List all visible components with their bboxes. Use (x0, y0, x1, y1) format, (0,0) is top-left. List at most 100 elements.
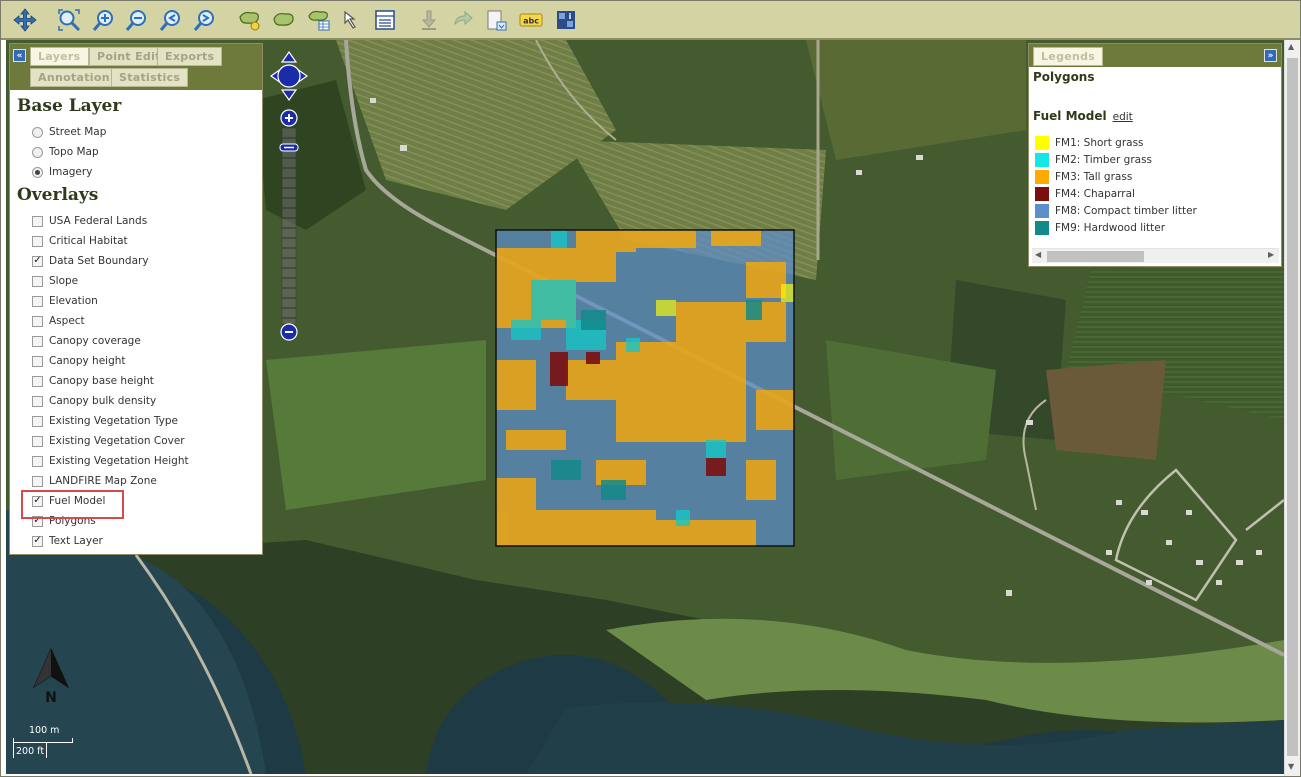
zoom-extent-button[interactable] (56, 7, 82, 33)
overlay-option-text-layer[interactable]: ✓ Text Layer (17, 531, 262, 551)
overlay-label: Slope (49, 275, 79, 287)
checkbox[interactable] (32, 475, 43, 487)
overlay-label: Existing Vegetation Type (49, 415, 178, 427)
overlay-option-canopy-base-height[interactable]: Canopy base height (17, 371, 262, 391)
zoom-in-button[interactable] (91, 7, 117, 33)
base-layer-option-topo-map[interactable]: Topo Map (17, 142, 262, 162)
tab-layers[interactable]: Layers (30, 47, 89, 66)
scroll-up-icon[interactable]: ▲ (1288, 42, 1294, 51)
edit-polygon-button[interactable] (271, 7, 297, 33)
overlay-label: Critical Habitat (49, 235, 128, 247)
add-polygon-button[interactable] (237, 7, 263, 33)
overlay-option-data-set-boundary[interactable]: ✓ Data Set Boundary (17, 251, 262, 271)
collapse-panel-button[interactable]: « (13, 49, 26, 62)
zoom-out-icon (125, 10, 146, 31)
checkbox[interactable] (32, 235, 43, 247)
overlays-title: Overlays (17, 185, 99, 205)
polygons-legend-title: Polygons (1033, 70, 1095, 84)
label-button[interactable]: abc (518, 7, 544, 33)
checkbox[interactable] (32, 415, 43, 427)
hscrollbar-thumb[interactable] (1047, 251, 1144, 262)
radio-button[interactable] (32, 146, 43, 158)
download-icon (421, 10, 437, 30)
legend-swatch (1035, 152, 1049, 167)
checkbox[interactable] (32, 355, 43, 367)
overlay-option-slope[interactable]: Slope (17, 271, 262, 291)
layers-panel: « Layers Point Edit Exports Annotation S… (9, 43, 263, 555)
checkbox[interactable] (32, 315, 43, 327)
expand-panel-button[interactable]: » (1264, 49, 1277, 62)
identify-button[interactable]: i (553, 7, 579, 33)
legend-item: FM9: Hardwood litter (1033, 219, 1278, 236)
scrollbar-thumb[interactable] (1287, 58, 1298, 756)
overlay-option-existing-vegetation-type[interactable]: Existing Vegetation Type (17, 411, 262, 431)
fuel-model-legend-title: Fuel Model edit (1033, 109, 1278, 131)
zoom-next-button[interactable] (192, 7, 218, 33)
zoom-previous-button[interactable] (158, 7, 184, 33)
legend-swatch (1035, 203, 1049, 218)
redo-button[interactable] (450, 7, 476, 33)
panel-tab-bar: « Layers Point Edit Exports Annotation S… (10, 44, 262, 90)
label-icon: abc (519, 13, 543, 27)
tab-statistics[interactable]: Statistics (111, 68, 189, 87)
checkbox[interactable] (32, 435, 43, 447)
base-layer-option-street-map[interactable]: Street Map (17, 122, 262, 142)
app-window: abc i ▲ ▼ « Layers Point Edit Exports An… (0, 0, 1301, 777)
overlay-option-elevation[interactable]: Elevation (17, 291, 262, 311)
radio-button[interactable] (32, 126, 43, 138)
base-layer-option-imagery[interactable]: Imagery (17, 162, 262, 182)
vertical-scrollbar[interactable]: ▲ ▼ (1284, 40, 1300, 776)
checkbox[interactable]: ✓ (32, 255, 43, 267)
checkbox[interactable] (32, 275, 43, 287)
overlay-option-aspect[interactable]: Aspect (17, 311, 262, 331)
pan-zoom-control[interactable] (270, 51, 308, 343)
checkbox[interactable] (32, 455, 43, 467)
zoom-out-button[interactable] (124, 7, 150, 33)
redo-icon (454, 10, 473, 26)
scroll-down-icon[interactable]: ▼ (1288, 762, 1294, 771)
scale-imperial-label: 200 ft (16, 746, 45, 757)
overlay-label: Text Layer (49, 535, 103, 547)
base-layer-label: Topo Map (49, 146, 99, 158)
layers-list: Base Layer Street Map Topo Map Imagery Ove… (10, 90, 262, 554)
overlay-option-critical-habitat[interactable]: Critical Habitat (17, 231, 262, 251)
legend-item: FM4: Chaparral (1033, 185, 1278, 202)
attribute-table-button[interactable] (372, 7, 398, 33)
overlay-option-existing-vegetation-height[interactable]: Existing Vegetation Height (17, 451, 262, 471)
zoom-extent-icon (58, 9, 81, 32)
tab-legends[interactable]: Legends (1033, 47, 1104, 66)
zoom-in-control[interactable] (280, 109, 298, 127)
radio-button[interactable] (32, 166, 43, 178)
export-map-button[interactable] (484, 7, 510, 33)
horizontal-scrollbar[interactable]: ◀ ▶ (1032, 248, 1279, 263)
checkbox[interactable] (32, 375, 43, 387)
scroll-left-icon[interactable]: ◀ (1035, 250, 1041, 259)
checkbox[interactable] (32, 395, 43, 407)
zoom-previous-icon (159, 10, 180, 31)
polygon-table-button[interactable] (306, 7, 332, 33)
overlay-option-canopy-coverage[interactable]: Canopy coverage (17, 331, 262, 351)
checkbox[interactable] (32, 215, 43, 227)
overlay-label: Canopy coverage (49, 335, 141, 347)
fuel-model-title-text: Fuel Model (1033, 109, 1107, 123)
pan-arrows[interactable] (270, 51, 308, 102)
overlay-option-landfire-map-zone[interactable]: LANDFIRE Map Zone (17, 471, 262, 491)
edit-legend-link[interactable]: edit (1113, 111, 1133, 123)
checkbox[interactable] (32, 335, 43, 347)
checkbox[interactable] (32, 295, 43, 307)
overlay-option-existing-vegetation-cover[interactable]: Existing Vegetation Cover (17, 431, 262, 451)
overlay-option-canopy-bulk-density[interactable]: Canopy bulk density (17, 391, 262, 411)
tab-exports[interactable]: Exports (157, 47, 223, 66)
zoom-out-control[interactable] (280, 323, 298, 341)
overlay-option-canopy-height[interactable]: Canopy height (17, 351, 262, 371)
scroll-right-icon[interactable]: ▶ (1268, 250, 1274, 259)
tab-annotation[interactable]: Annotation (30, 68, 118, 87)
north-arrow-icon: N (32, 647, 70, 705)
legend-content: Polygons Fuel Model edit FM1: Short grass… (1033, 70, 1278, 236)
checkbox[interactable]: ✓ (32, 535, 43, 547)
overlay-option-usa-federal-lands[interactable]: USA Federal Lands (17, 211, 262, 231)
download-button[interactable] (416, 7, 442, 33)
zoom-slider[interactable] (279, 127, 299, 325)
select-arrow-button[interactable] (339, 7, 365, 33)
pan-button[interactable] (12, 7, 38, 33)
